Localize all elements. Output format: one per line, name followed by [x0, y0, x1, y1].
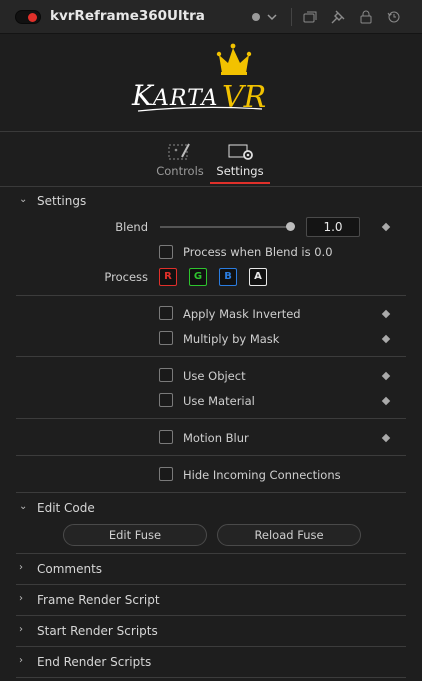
chevron-down-icon: ⌄ [19, 194, 28, 205]
controls-icon [168, 142, 192, 165]
hide-incoming-connections-checkbox[interactable] [159, 467, 173, 481]
power-toggle[interactable] [15, 10, 41, 24]
chevron-down-icon: ⌄ [19, 501, 28, 512]
channel-g-button[interactable]: G [189, 268, 207, 286]
keyframe-diamond-icon[interactable] [381, 309, 391, 319]
logo-divider [0, 131, 422, 132]
reload-fuse-button[interactable]: Reload Fuse [217, 524, 361, 546]
version-dot-icon[interactable] [248, 9, 264, 25]
section-frame-render-script[interactable]: › Frame Render Script [0, 590, 422, 612]
keyframe-diamond-icon[interactable] [381, 222, 391, 232]
tab-settings[interactable]: Settings [210, 140, 270, 186]
chevron-down-icon[interactable] [264, 9, 280, 25]
edit-fuse-button[interactable]: Edit Fuse [63, 524, 207, 546]
use-object-label: Use Object [183, 369, 246, 383]
blend-slider[interactable] [160, 226, 291, 228]
use-material-label: Use Material [183, 394, 255, 408]
keyframe-diamond-icon[interactable] [381, 371, 391, 381]
process-label: Process [104, 270, 148, 284]
keyframe-diamond-icon[interactable] [381, 433, 391, 443]
chevron-right-icon: › [19, 562, 23, 573]
hide-incoming-connections-label: Hide Incoming Connections [183, 468, 341, 482]
channel-r-button[interactable]: R [159, 268, 177, 286]
lock-icon[interactable] [358, 9, 374, 25]
node-title: kvrReframe360Ultra [50, 8, 205, 24]
node-header: kvrReframe360Ultra [0, 0, 422, 34]
separator [16, 677, 406, 678]
reset-icon[interactable] [386, 9, 402, 25]
keyframe-diamond-icon[interactable] [381, 396, 391, 406]
channel-b-button[interactable]: B [219, 268, 237, 286]
section-end-render-scripts[interactable]: › End Render Scripts [0, 652, 422, 674]
active-tab-indicator [210, 182, 270, 184]
settings-icon [228, 142, 254, 165]
separator [16, 646, 406, 647]
apply-mask-inverted-checkbox[interactable] [159, 306, 173, 320]
separator [16, 418, 406, 419]
motion-blur-label: Motion Blur [183, 431, 249, 445]
chevron-right-icon: › [19, 655, 23, 666]
apply-mask-inverted-label: Apply Mask Inverted [183, 307, 301, 321]
multiply-by-mask-label: Multiply by Mask [183, 332, 280, 346]
section-start-render-scripts[interactable]: › Start Render Scripts [0, 621, 422, 643]
process-when-blend-zero-label: Process when Blend is 0.0 [183, 245, 333, 259]
blend-label: Blend [115, 220, 148, 234]
section-comments[interactable]: › Comments [0, 559, 422, 581]
svg-text:VR: VR [222, 80, 266, 115]
multiply-by-mask-checkbox[interactable] [159, 331, 173, 345]
process-when-blend-zero-checkbox[interactable] [159, 245, 173, 259]
tabs-divider [0, 186, 422, 187]
separator [16, 584, 406, 585]
separator [16, 553, 406, 554]
keyframe-diamond-icon[interactable] [381, 334, 391, 344]
blend-value-field[interactable]: 1.0 [306, 217, 360, 237]
blend-slider-knob[interactable] [286, 222, 295, 231]
pin-icon[interactable] [330, 9, 346, 25]
use-material-checkbox[interactable] [159, 393, 173, 407]
tab-controls[interactable]: Controls [150, 140, 210, 186]
svg-text:K: K [131, 79, 155, 112]
section-edit-code[interactable]: ⌄ Edit Code [0, 498, 422, 520]
kartavr-logo: K ARTA VR [0, 35, 422, 130]
power-indicator [28, 13, 37, 22]
header-divider [291, 8, 292, 26]
separator [16, 295, 406, 296]
separator [16, 492, 406, 493]
chevron-right-icon: › [19, 624, 23, 635]
channel-a-button[interactable]: A [249, 268, 267, 286]
crown-icon [216, 43, 252, 75]
chevron-right-icon: › [19, 593, 23, 604]
separator [16, 455, 406, 456]
separator [16, 615, 406, 616]
section-settings[interactable]: ⌄ Settings [0, 191, 422, 213]
copy-icon[interactable] [302, 9, 318, 25]
separator [16, 356, 406, 357]
use-object-checkbox[interactable] [159, 368, 173, 382]
motion-blur-checkbox[interactable] [159, 430, 173, 444]
